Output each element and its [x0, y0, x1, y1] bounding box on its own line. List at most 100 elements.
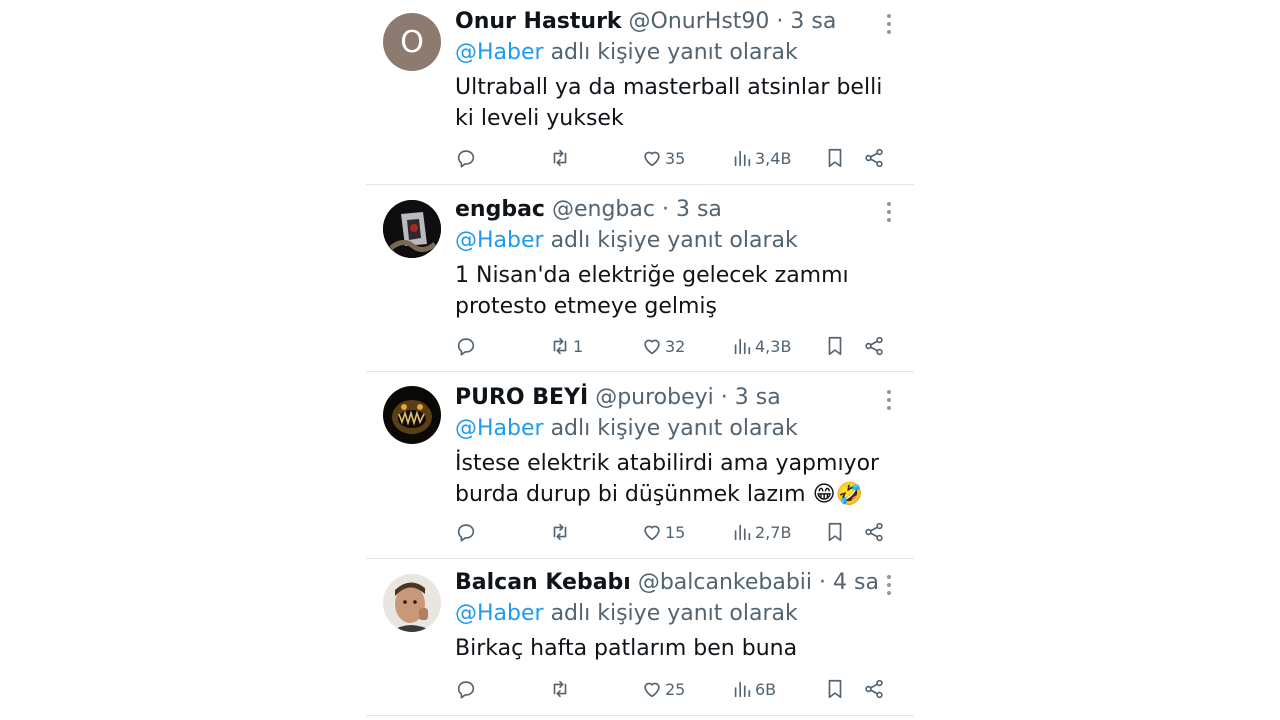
tweet-actions: 1 32 4,3B	[455, 334, 894, 358]
timestamp[interactable]: 3 sa	[676, 197, 722, 222]
tweet-actions: 35 3,4B	[455, 146, 894, 170]
timestamp[interactable]: 3 sa	[735, 385, 781, 410]
like-count: 35	[665, 148, 686, 168]
tweet[interactable]: Balcan Kebabı @balcankebabii · 4 sa @Hab…	[366, 559, 914, 716]
views-count: 2,7B	[755, 522, 792, 542]
timestamp[interactable]: 4 sa	[833, 570, 879, 595]
more-options-icon[interactable]	[886, 390, 892, 410]
reply-icon	[457, 338, 475, 356]
share-button[interactable]	[863, 520, 885, 544]
display-name[interactable]: PURO BEYİ	[455, 385, 588, 410]
bookmark-button[interactable]	[824, 334, 846, 358]
reply-button[interactable]	[455, 520, 477, 544]
separator-dot: ·	[819, 570, 827, 595]
like-button[interactable]: 32	[641, 334, 685, 358]
reply-context: @Haber adlı kişiye yanıt olarak	[455, 226, 914, 256]
share-icon	[865, 148, 883, 168]
views-button[interactable]: 3,4B	[731, 146, 791, 170]
reply-button[interactable]	[455, 677, 477, 701]
user-handle[interactable]: @OnurHst90	[629, 9, 770, 34]
views-count: 4,3B	[755, 336, 792, 356]
bookmark-button[interactable]	[824, 677, 846, 701]
share-button[interactable]	[863, 334, 885, 358]
reply-context-text: adlı kişiye yanıt olarak	[550, 416, 798, 441]
separator-dot: ·	[661, 197, 669, 222]
bookmark-button[interactable]	[824, 146, 846, 170]
like-count: 15	[665, 522, 686, 542]
heart-icon	[644, 151, 660, 167]
tweet-text: Ultraball ya da masterball atsinlar bell…	[455, 75, 883, 131]
like-button[interactable]: 25	[641, 677, 685, 701]
tweet[interactable]: PURO BEYİ @purobeyi · 3 sa @Haber adlı k…	[366, 372, 914, 559]
views-button[interactable]: 6B	[731, 677, 776, 701]
share-button[interactable]	[863, 677, 885, 701]
like-count: 32	[665, 336, 686, 356]
tweet[interactable]: engbac @engbac · 3 sa @Haber adlı kişiye…	[366, 185, 914, 372]
display-name[interactable]: Onur Hasturk	[455, 9, 622, 34]
tweet-content: Onur Hasturk @OnurHst90 · 3 sa @Haber ad…	[455, 8, 914, 134]
avatar[interactable]	[383, 574, 441, 632]
share-icon	[865, 522, 883, 542]
mention-link[interactable]: @Haber	[455, 40, 544, 65]
views-count: 3,4B	[755, 148, 792, 168]
avatar-image	[383, 200, 441, 258]
retweet-icon	[553, 523, 567, 541]
bookmark-icon	[828, 522, 842, 542]
bookmark-icon	[828, 148, 842, 168]
avatar[interactable]: O	[383, 13, 441, 71]
like-button[interactable]: 35	[641, 146, 685, 170]
views-icon	[734, 681, 751, 698]
more-options-icon[interactable]	[886, 575, 892, 595]
user-handle[interactable]: @engbac	[552, 197, 655, 222]
avatar[interactable]	[383, 200, 441, 258]
avatar-image	[383, 574, 441, 632]
reply-button[interactable]	[455, 334, 477, 358]
views-button[interactable]: 4,3B	[731, 334, 791, 358]
retweet-button[interactable]	[549, 677, 573, 701]
tweet-header: PURO BEYİ @purobeyi · 3 sa	[455, 384, 914, 412]
share-button[interactable]	[863, 146, 885, 170]
reply-button[interactable]	[455, 146, 477, 170]
mention-link[interactable]: @Haber	[455, 601, 544, 626]
user-handle[interactable]: @purobeyi	[595, 385, 714, 410]
like-button[interactable]: 15	[641, 520, 685, 544]
views-icon	[734, 524, 751, 541]
display-name[interactable]: engbac	[455, 197, 545, 222]
views-icon	[734, 338, 751, 355]
retweet-icon	[553, 149, 567, 167]
bookmark-icon	[828, 336, 842, 356]
tweet-text: İstese elektrik atabilirdi ama yapmıyor …	[455, 451, 880, 507]
views-button[interactable]: 2,7B	[731, 520, 791, 544]
separator-dot: ·	[776, 9, 784, 34]
like-count: 25	[665, 679, 686, 699]
tweet-text: 1 Nisan'da elektriğe gelecek zammı prote…	[455, 263, 849, 319]
timestamp[interactable]: 3 sa	[790, 9, 836, 34]
more-options-icon[interactable]	[886, 14, 892, 34]
reply-context-text: adlı kişiye yanıt olarak	[550, 40, 798, 65]
display-name[interactable]: Balcan Kebabı	[455, 570, 631, 595]
tweet-content: engbac @engbac · 3 sa @Haber adlı kişiye…	[455, 196, 914, 322]
retweet-button[interactable]	[549, 520, 573, 544]
heart-icon	[644, 525, 660, 541]
user-handle[interactable]: @balcankebabii	[638, 570, 812, 595]
tweet-actions: 15 2,7B	[455, 520, 894, 544]
reply-icon	[457, 150, 475, 168]
tweet-header: engbac @engbac · 3 sa	[455, 196, 914, 224]
reply-icon	[457, 524, 475, 542]
tweet-header: Balcan Kebabı @balcankebabii · 4 sa	[455, 569, 914, 597]
tweet-header: Onur Hasturk @OnurHst90 · 3 sa	[455, 8, 914, 36]
retweet-icon	[553, 680, 567, 698]
mention-link[interactable]: @Haber	[455, 228, 544, 253]
avatar[interactable]	[383, 386, 441, 444]
retweet-button[interactable]: 1	[549, 334, 583, 358]
share-icon	[865, 679, 883, 699]
mention-link[interactable]: @Haber	[455, 416, 544, 441]
more-options-icon[interactable]	[886, 202, 892, 222]
tweet-text: Birkaç hafta patlarım ben buna	[455, 636, 798, 661]
bookmark-button[interactable]	[824, 520, 846, 544]
tweet[interactable]: O Onur Hasturk @OnurHst90 · 3 sa @Haber …	[366, 0, 914, 185]
reply-context-text: adlı kişiye yanıt olarak	[550, 228, 798, 253]
retweet-button[interactable]	[549, 146, 573, 170]
separator-dot: ·	[720, 385, 728, 410]
reply-feed: O Onur Hasturk @OnurHst90 · 3 sa @Haber …	[366, 0, 914, 716]
